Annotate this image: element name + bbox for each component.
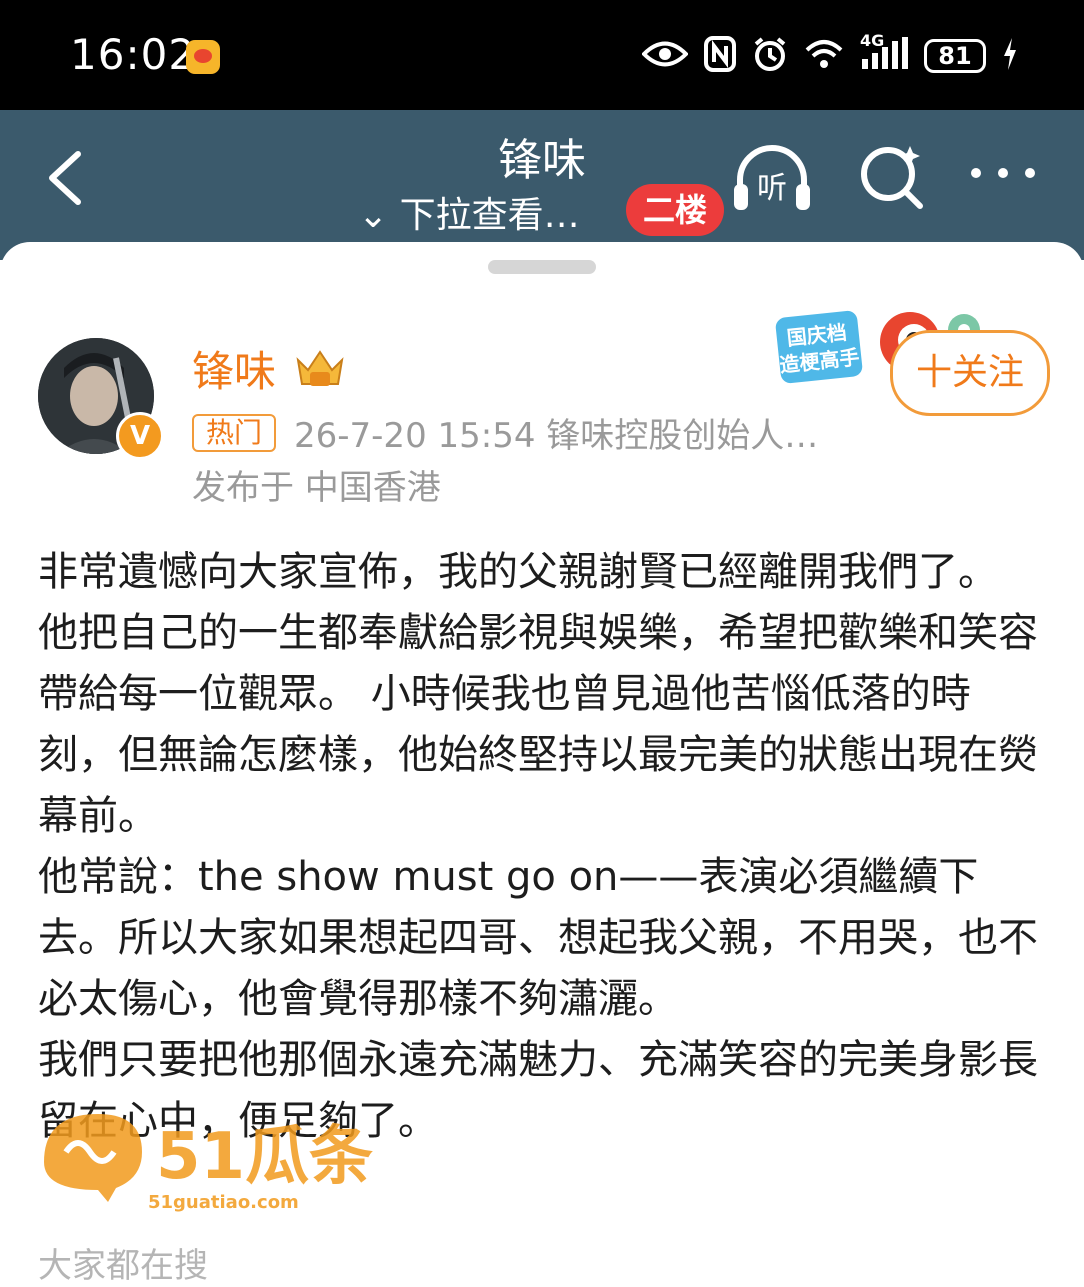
post-paragraph: 他常說：the show must go on——表演必須繼續下去。所以大家如果… (38, 854, 1038, 1022)
author-name[interactable]: 锋味 (192, 338, 276, 399)
network-type: 4G (860, 31, 885, 50)
weibo-app-icon (186, 40, 220, 74)
second-floor-pill[interactable]: 二楼 (626, 184, 724, 236)
follow-button[interactable]: 十关注 (890, 330, 1050, 416)
hot-tag: 热门 (192, 414, 276, 452)
charging-icon (1002, 38, 1018, 74)
watermark-brand: 51瓜条 (156, 1120, 373, 1194)
listen-headphones-icon[interactable]: 听 (730, 140, 814, 216)
alarm-icon (752, 36, 788, 76)
search-icon[interactable] (856, 140, 928, 212)
post-sheet: V 锋味 热门 26-7-20 15:54 锋味控股创始人… 发布于 中国香港 … (0, 242, 1084, 1286)
listen-label: 听 (757, 171, 787, 206)
post-paragraph: 非常遺憾向大家宣佈，我的父親謝賢已經離開我們了。 (38, 549, 998, 595)
post-meta: 26-7-20 15:54 锋味控股创始人… (294, 416, 819, 456)
status-time: 16:02 (70, 30, 197, 79)
pull-down-hint[interactable]: ⌄ 下拉查看… (358, 186, 580, 238)
nfc-icon (704, 36, 736, 76)
drag-handle[interactable] (488, 260, 596, 274)
watermark-url: 51guatiao.com (148, 1192, 299, 1213)
site-watermark: 51瓜条 51guatiao.com (44, 1114, 373, 1213)
crown-badge-icon (296, 350, 344, 386)
eye-comfort-icon (641, 39, 689, 73)
post-header: 锋味 ⌄ 下拉查看… 二楼 听 (0, 110, 1084, 260)
verified-badge: V (116, 412, 164, 460)
wifi-icon (804, 38, 844, 74)
cut-off-section-title: 大家都在搜 (38, 1246, 208, 1286)
post-location: 发布于 中国香港 (192, 468, 441, 508)
more-options-icon[interactable] (968, 158, 1038, 188)
post-paragraph: 他把自己的一生都奉獻給影視與娛樂，希望把歡樂和笑容帶給每一位觀眾。 小時候我也曾… (38, 610, 1038, 839)
status-icons: 4G 81 (641, 31, 1018, 76)
battery-icon: 81 (924, 39, 986, 73)
post-body: 非常遺憾向大家宣佈，我的父親謝賢已經離開我們了。 他把自己的一生都奉獻給影視與娛… (38, 542, 1048, 1152)
status-bar: 16:02 4G 81 (0, 0, 1084, 110)
signal-icon: 4G (860, 31, 908, 75)
